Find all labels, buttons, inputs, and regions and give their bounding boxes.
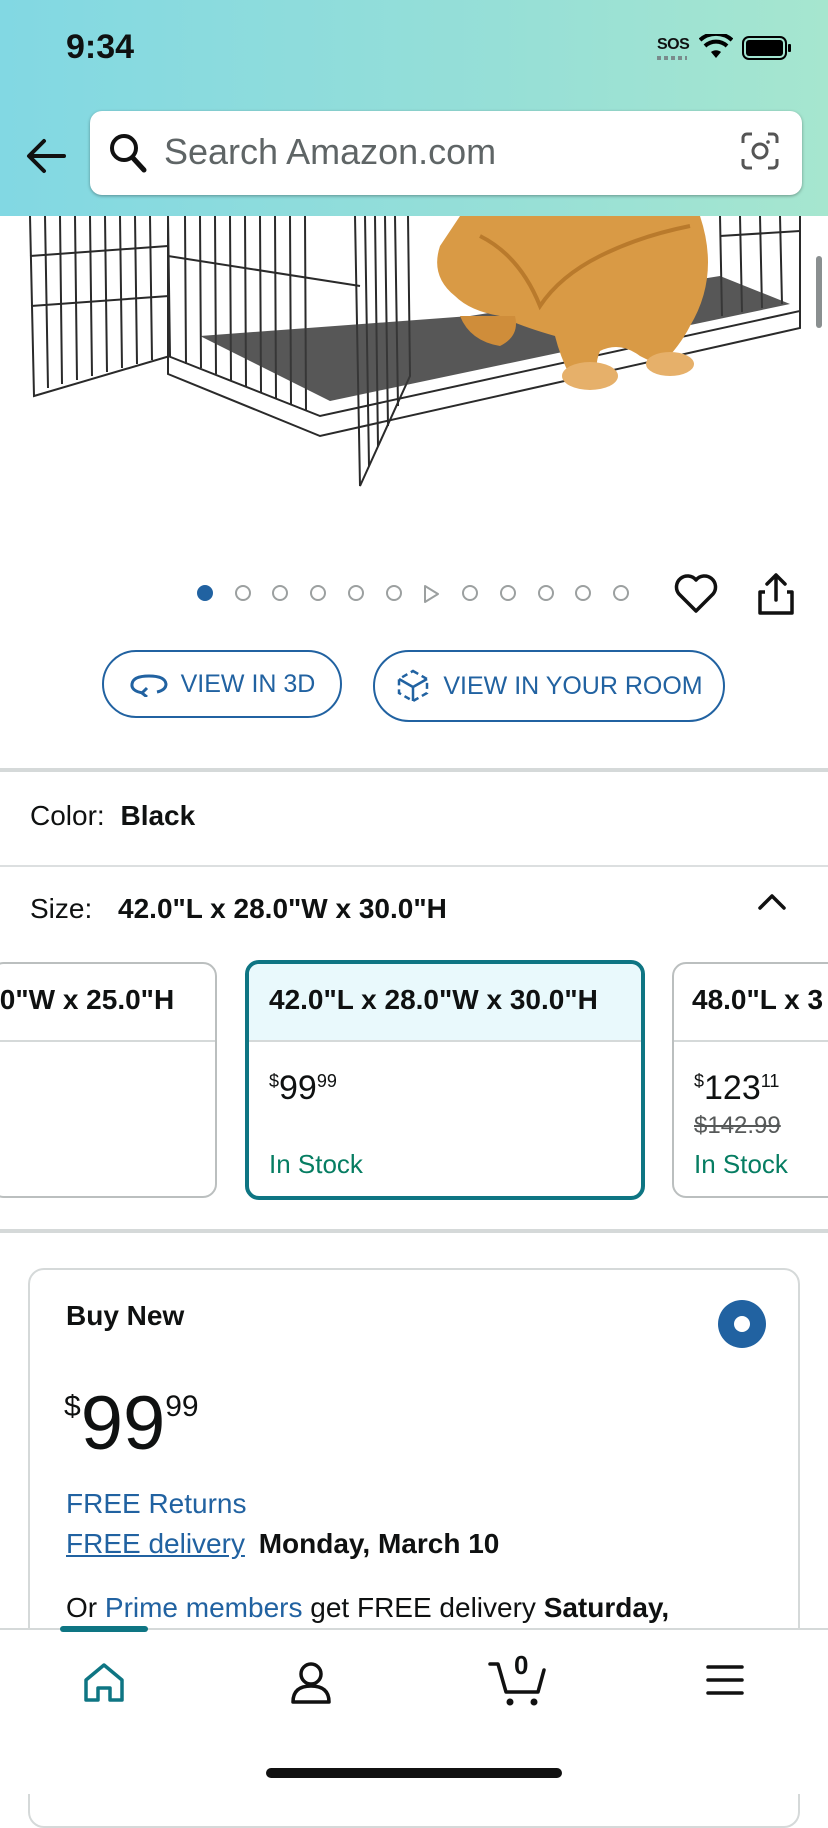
section-divider	[0, 768, 828, 772]
size-option-price: $9999	[269, 1069, 337, 1107]
image-dot-2[interactable]	[235, 585, 251, 601]
size-option-title: 48.0"L x 3	[674, 964, 828, 1042]
color-value: Black	[120, 800, 196, 831]
free-delivery-link[interactable]: FREE delivery	[66, 1528, 245, 1559]
size-value: 42.0"L x 28.0"W x 30.0"H	[118, 893, 447, 924]
image-dot-9[interactable]	[500, 585, 516, 601]
size-option-price: $12311	[694, 1069, 780, 1107]
size-option-card[interactable]: 48.0"L x 3 $12311 $142.99 In Stock	[672, 962, 828, 1198]
heart-icon[interactable]	[674, 574, 718, 614]
size-option-card[interactable]: .0"W x 25.0"H	[0, 962, 217, 1198]
account-icon[interactable]	[290, 1660, 332, 1706]
back-arrow-icon[interactable]	[24, 136, 68, 176]
search-bar[interactable]: Search Amazon.com	[90, 111, 802, 195]
battery-icon	[742, 36, 791, 60]
list-price: $142.99	[694, 1112, 781, 1139]
section-divider	[0, 1229, 828, 1233]
prime-delivery-info: Or Prime members get FREE delivery Satur…	[66, 1592, 670, 1623]
cart-count: 0	[514, 1650, 529, 1680]
home-indicator-bar	[266, 1768, 562, 1778]
image-dot-8[interactable]	[462, 585, 478, 601]
share-icon[interactable]	[756, 572, 796, 616]
camera-lens-icon[interactable]	[740, 131, 780, 171]
cart-icon[interactable]: 0	[488, 1650, 548, 1708]
sos-indicator: SOS	[657, 36, 690, 53]
image-dot-11[interactable]	[575, 585, 591, 601]
search-icon	[110, 134, 147, 173]
signal-dots	[657, 56, 687, 60]
image-dot-1[interactable]	[197, 585, 213, 601]
image-dot-10[interactable]	[538, 585, 554, 601]
image-dot-3[interactable]	[272, 585, 288, 601]
chevron-up-icon[interactable]	[756, 888, 788, 916]
stock-status: In Stock	[694, 1149, 788, 1179]
ar-cube-icon	[398, 669, 429, 703]
buy-new-radio[interactable]	[718, 1300, 766, 1348]
size-row[interactable]: Size: 42.0"L x 28.0"W x 30.0"H	[30, 893, 447, 925]
row-divider	[0, 865, 828, 867]
stock-status: In Stock	[269, 1149, 363, 1179]
product-image[interactable]	[0, 216, 828, 516]
delivery-info: FREE delivery Monday, March 10	[66, 1528, 499, 1560]
header: 9:34 SOS Search Amazon.com	[0, 0, 828, 216]
home-icon[interactable]	[80, 1660, 128, 1706]
status-time: 9:34	[66, 28, 135, 66]
size-option-card-selected[interactable]: 42.0"L x 28.0"W x 30.0"H $9999 In Stock	[245, 960, 645, 1200]
wifi-icon	[699, 34, 733, 58]
search-input[interactable]: Search Amazon.com	[164, 131, 496, 173]
image-dot-5[interactable]	[348, 585, 364, 601]
price: $9999	[64, 1381, 199, 1466]
image-dot-12[interactable]	[613, 585, 629, 601]
scroll-indicator	[816, 256, 822, 328]
color-label: Color:	[30, 800, 105, 831]
image-dot-4[interactable]	[310, 585, 326, 601]
menu-icon[interactable]	[706, 1664, 744, 1696]
prime-delivery-date: Saturday,	[543, 1592, 670, 1623]
prime-members-link[interactable]: Prime members	[105, 1592, 303, 1623]
size-option-title: 42.0"L x 28.0"W x 30.0"H	[249, 964, 641, 1042]
dog-crate-image	[29, 216, 801, 487]
view-in-your-room-label: VIEW IN YOUR ROOM	[443, 671, 703, 700]
size-option-title: .0"W x 25.0"H	[0, 964, 215, 1042]
delivery-date: Monday, March 10	[258, 1528, 500, 1559]
rotate-3d-icon	[130, 674, 168, 697]
view-in-your-room-button[interactable]: VIEW IN YOUR ROOM	[373, 650, 725, 722]
image-dot-6[interactable]	[386, 585, 402, 601]
free-returns-link[interactable]: FREE Returns	[66, 1488, 247, 1520]
video-dot-icon[interactable]	[422, 585, 440, 603]
view-in-3d-label: VIEW IN 3D	[180, 669, 316, 698]
active-tab-indicator	[60, 1626, 148, 1632]
color-row: Color: Black	[30, 800, 195, 832]
bottom-nav: 0	[0, 1626, 828, 1794]
buy-new-title: Buy New	[66, 1300, 185, 1331]
view-in-3d-button[interactable]: VIEW IN 3D	[102, 650, 342, 718]
size-label: Size:	[30, 893, 93, 924]
